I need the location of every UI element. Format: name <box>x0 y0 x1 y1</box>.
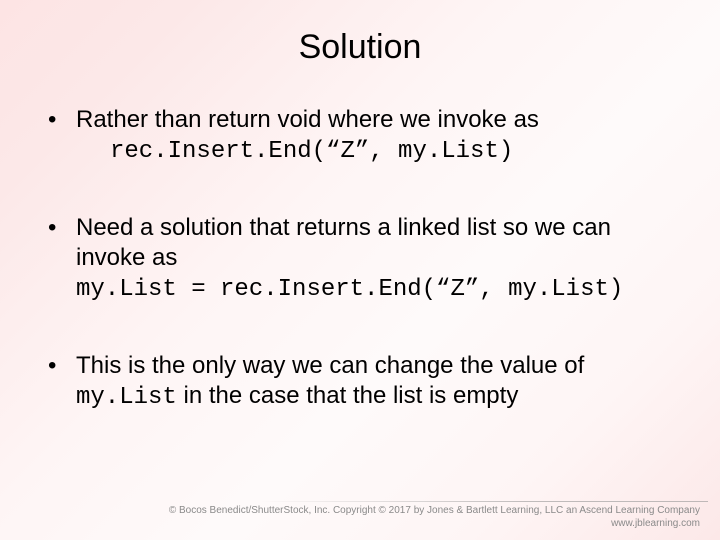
bullet-text: Rather than return void where we invoke … <box>76 105 680 135</box>
footer: © Bocos Benedict/ShutterStock, Inc. Copy… <box>169 504 700 530</box>
bullet-marker: • <box>48 105 76 135</box>
slide: Solution • Rather than return void where… <box>0 0 720 540</box>
slide-content: • Rather than return void where we invok… <box>40 105 680 413</box>
footer-url: www.jblearning.com <box>169 517 700 530</box>
bullet-text-pre: This is the only way we can change the v… <box>76 352 584 379</box>
code-line: my.List = rec.Insert.End(“Z”, my.List) <box>76 275 680 305</box>
bullet-marker: • <box>48 351 76 381</box>
code-line: rec.Insert.End(“Z”, my.List) <box>76 137 680 167</box>
bullet-text-post: in the case that the list is empty <box>177 382 519 409</box>
bullet-item: • Rather than return void where we invok… <box>48 105 680 167</box>
bullet-item: • Need a solution that returns a linked … <box>48 213 680 305</box>
bullet-text: Need a solution that returns a linked li… <box>76 213 680 273</box>
slide-title: Solution <box>40 28 680 67</box>
bullet-body: Need a solution that returns a linked li… <box>76 213 680 305</box>
bullet-marker: • <box>48 213 76 243</box>
bullet-item: • This is the only way we can change the… <box>48 351 680 413</box>
bullet-body: Rather than return void where we invoke … <box>76 105 680 167</box>
bullet-body: This is the only way we can change the v… <box>76 351 680 413</box>
footer-copyright: © Bocos Benedict/ShutterStock, Inc. Copy… <box>169 504 700 517</box>
footer-rule <box>260 501 708 502</box>
inline-code: my.List <box>76 384 177 411</box>
